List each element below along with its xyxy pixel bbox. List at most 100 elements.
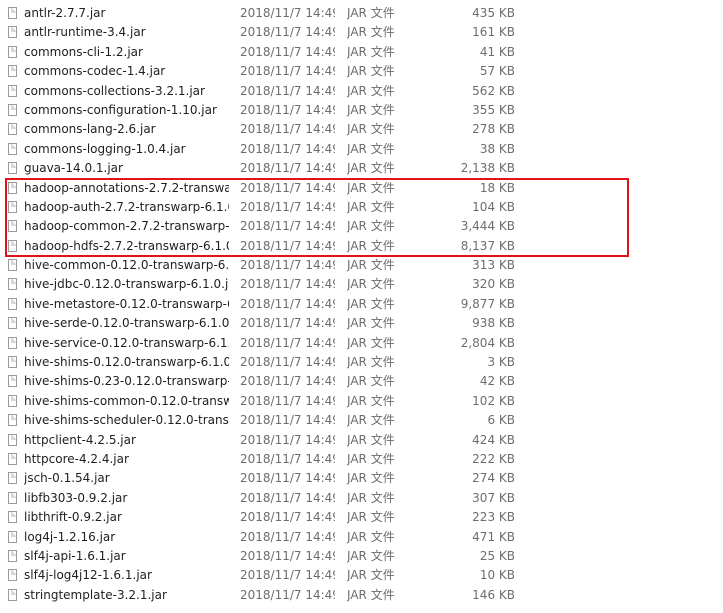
file-row[interactable]: jsch-0.1.54.jar 2018/11/7 14:49 JAR 文件 274 … [0, 469, 723, 488]
file-name: hive-jdbc-0.12.0-transwarp-6.1.0.jar [24, 277, 229, 292]
file-type: JAR 文件 [347, 277, 395, 292]
file-row[interactable]: commons-cli-1.2.jar 2018/11/7 14:49 JAR 文件… [0, 43, 723, 62]
file-size: 355 KB [472, 102, 515, 117]
file-row[interactable]: libfb303-0.9.2.jar 2018/11/7 14:49 JAR 文件 3… [0, 489, 723, 508]
file-type: JAR 文件 [347, 490, 395, 505]
file-modified-date: 2018/11/7 14:49 [240, 199, 335, 214]
file-name: hive-metastore-0.12.0-transwarp-6.1... [24, 296, 229, 311]
file-modified-date: 2018/11/7 14:49 [240, 277, 335, 292]
file-type: JAR 文件 [347, 316, 395, 331]
file-type: JAR 文件 [347, 83, 395, 98]
file-size: 42 KB [479, 374, 515, 389]
file-icon [8, 317, 17, 330]
file-row[interactable]: commons-configuration-1.10.jar 2018/11/7 … [0, 101, 723, 120]
file-icon [8, 297, 17, 310]
file-row[interactable]: hadoop-auth-2.7.2-transwarp-6.1.0.jar 201… [0, 198, 723, 217]
file-row[interactable]: hive-service-0.12.0-transwarp-6.1.0... 20… [0, 334, 723, 353]
file-type: JAR 文件 [347, 548, 395, 563]
file-icon [8, 569, 17, 582]
file-type: JAR 文件 [347, 219, 395, 234]
file-icon [8, 142, 17, 155]
file-type: JAR 文件 [347, 102, 395, 117]
file-name: log4j-1.2.16.jar [24, 529, 116, 544]
file-row[interactable]: hadoop-annotations-2.7.2-transwarp... 201… [0, 179, 723, 198]
file-type: JAR 文件 [347, 122, 395, 137]
file-row[interactable]: hive-common-0.12.0-transwarp-6.1.0... 201… [0, 256, 723, 275]
file-row[interactable]: hive-metastore-0.12.0-transwarp-6.1... 20… [0, 295, 723, 314]
file-icon [8, 65, 17, 78]
file-modified-date: 2018/11/7 14:49 [240, 44, 335, 59]
file-row[interactable]: hive-shims-0.23-0.12.0-transwarp-6.1... 2… [0, 372, 723, 391]
file-icon [8, 259, 17, 272]
file-list: antlr-2.7.7.jar 2018/11/7 14:49 JAR 文件 435 … [0, 4, 723, 605]
file-type: JAR 文件 [347, 296, 395, 311]
file-icon [8, 394, 17, 407]
file-row[interactable]: commons-codec-1.4.jar 2018/11/7 14:49 JAR … [0, 62, 723, 81]
file-row[interactable]: hive-jdbc-0.12.0-transwarp-6.1.0.jar 2018… [0, 275, 723, 294]
file-modified-date: 2018/11/7 14:49 [240, 25, 335, 40]
file-size: 10 KB [479, 568, 515, 583]
file-type: JAR 文件 [347, 6, 395, 20]
file-row[interactable]: stringtemplate-3.2.1.jar 2018/11/7 14:49 J… [0, 586, 723, 605]
file-name: httpcore-4.2.4.jar [24, 451, 129, 466]
file-row[interactable]: commons-lang-2.6.jar 2018/11/7 14:49 JAR 文… [0, 120, 723, 139]
file-type: JAR 文件 [347, 199, 395, 214]
file-row[interactable]: httpclient-4.2.5.jar 2018/11/7 14:49 JAR 文… [0, 431, 723, 450]
file-row[interactable]: log4j-1.2.16.jar 2018/11/7 14:49 JAR 文件 471… [0, 528, 723, 547]
file-modified-date: 2018/11/7 14:49 [240, 296, 335, 311]
file-icon [8, 123, 17, 136]
file-row[interactable]: hadoop-common-2.7.2-transwarp-6.... 2018/… [0, 217, 723, 236]
file-modified-date: 2018/11/7 14:49 [240, 393, 335, 408]
file-icon [8, 162, 17, 175]
file-size: 435 KB [472, 6, 515, 20]
file-row[interactable]: hadoop-hdfs-2.7.2-transwarp-6.1.0.jar 201… [0, 237, 723, 256]
file-name: slf4j-api-1.6.1.jar [24, 548, 126, 563]
file-size: 562 KB [472, 83, 515, 98]
file-size: 313 KB [472, 258, 515, 273]
file-size: 57 KB [479, 64, 515, 79]
file-icon [8, 220, 17, 233]
file-type: JAR 文件 [347, 355, 395, 370]
file-row[interactable]: hive-shims-0.12.0-transwarp-6.1.0.jar 201… [0, 353, 723, 372]
file-type: JAR 文件 [347, 568, 395, 583]
file-size: 274 KB [472, 471, 515, 486]
file-icon [8, 414, 17, 427]
file-icon [8, 375, 17, 388]
file-modified-date: 2018/11/7 14:49 [240, 451, 335, 466]
file-modified-date: 2018/11/7 14:49 [240, 83, 335, 98]
file-modified-date: 2018/11/7 14:49 [240, 568, 335, 583]
file-row[interactable]: guava-14.0.1.jar 2018/11/7 14:49 JAR 文件 2,1… [0, 159, 723, 178]
file-modified-date: 2018/11/7 14:49 [240, 335, 335, 350]
file-name: hadoop-common-2.7.2-transwarp-6.... [24, 219, 229, 234]
file-modified-date: 2018/11/7 14:49 [240, 374, 335, 389]
file-type: JAR 文件 [347, 180, 395, 195]
file-modified-date: 2018/11/7 14:49 [240, 529, 335, 544]
file-row[interactable]: commons-logging-1.0.4.jar 2018/11/7 14:49… [0, 140, 723, 159]
file-name: hive-serde-0.12.0-transwarp-6.1.0.jar [24, 316, 229, 331]
file-type: JAR 文件 [347, 161, 395, 176]
file-row[interactable]: antlr-2.7.7.jar 2018/11/7 14:49 JAR 文件 435 … [0, 4, 723, 23]
file-modified-date: 2018/11/7 14:49 [240, 432, 335, 447]
file-icon [8, 200, 17, 213]
file-row[interactable]: commons-collections-3.2.1.jar 2018/11/7 1… [0, 82, 723, 101]
file-row[interactable]: hive-shims-common-0.12.0-transwar... 2018… [0, 392, 723, 411]
file-row[interactable]: antlr-runtime-3.4.jar 2018/11/7 14:49 JAR … [0, 23, 723, 42]
file-size: 471 KB [472, 529, 515, 544]
file-modified-date: 2018/11/7 14:49 [240, 219, 335, 234]
file-row[interactable]: hive-serde-0.12.0-transwarp-6.1.0.jar 201… [0, 314, 723, 333]
file-row[interactable]: libthrift-0.9.2.jar 2018/11/7 14:49 JAR 文件… [0, 508, 723, 527]
file-icon [8, 26, 17, 39]
file-icon [8, 472, 17, 485]
file-size: 102 KB [472, 393, 515, 408]
file-name: antlr-runtime-3.4.jar [24, 25, 146, 40]
file-size: 146 KB [472, 587, 515, 602]
file-row[interactable]: slf4j-api-1.6.1.jar 2018/11/7 14:49 JAR 文件… [0, 547, 723, 566]
file-icon [8, 103, 17, 116]
file-name: commons-logging-1.0.4.jar [24, 141, 186, 156]
file-row[interactable]: httpcore-4.2.4.jar 2018/11/7 14:49 JAR 文件 2… [0, 450, 723, 469]
file-row[interactable]: hive-shims-scheduler-0.12.0-transwa... 20… [0, 411, 723, 430]
file-name: hadoop-hdfs-2.7.2-transwarp-6.1.0.jar [24, 238, 229, 253]
file-icon [8, 549, 17, 562]
file-row[interactable]: slf4j-log4j12-1.6.1.jar 2018/11/7 14:49 JA… [0, 566, 723, 585]
file-size: 9,877 KB [460, 296, 515, 311]
